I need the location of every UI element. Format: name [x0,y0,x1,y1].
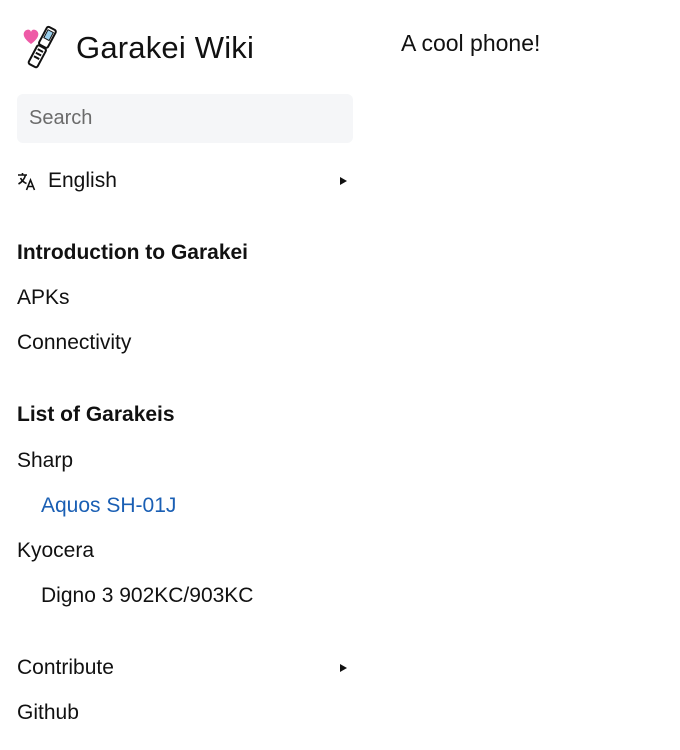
nav-label-contribute: Contribute [17,656,114,679]
nav-link-kyocera[interactable]: Kyocera [17,536,94,566]
nav-link-digno-3[interactable]: Digno 3 902KC/903KC [41,581,253,611]
nav-heading-list-of-garakeis[interactable]: List of Garakeis [17,400,175,430]
nav-heading-introduction[interactable]: Introduction to Garakei [17,238,248,268]
page-content-text: A cool phone! [401,30,541,56]
flip-phone-heart-icon [23,25,57,69]
nav-link-apks[interactable]: APKs [17,283,70,313]
chevron-right-icon [340,177,347,185]
language-selector[interactable]: English [17,166,353,196]
chevron-right-icon [340,664,347,672]
nav-link-github[interactable]: Github [17,698,79,728]
language-label: English [48,169,117,192]
site-title: Garakei Wiki [76,29,255,65]
nav-link-sharp[interactable]: Sharp [17,446,73,476]
site-brand-link[interactable]: Garakei Wiki [22,24,254,70]
nav-link-aquos-sh-01j[interactable]: Aquos SH-01J [41,491,176,521]
nav-link-connectivity[interactable]: Connectivity [17,328,131,358]
nav-link-contribute[interactable]: Contribute [17,653,353,683]
translate-icon [18,173,36,191]
search-input[interactable] [17,94,353,143]
